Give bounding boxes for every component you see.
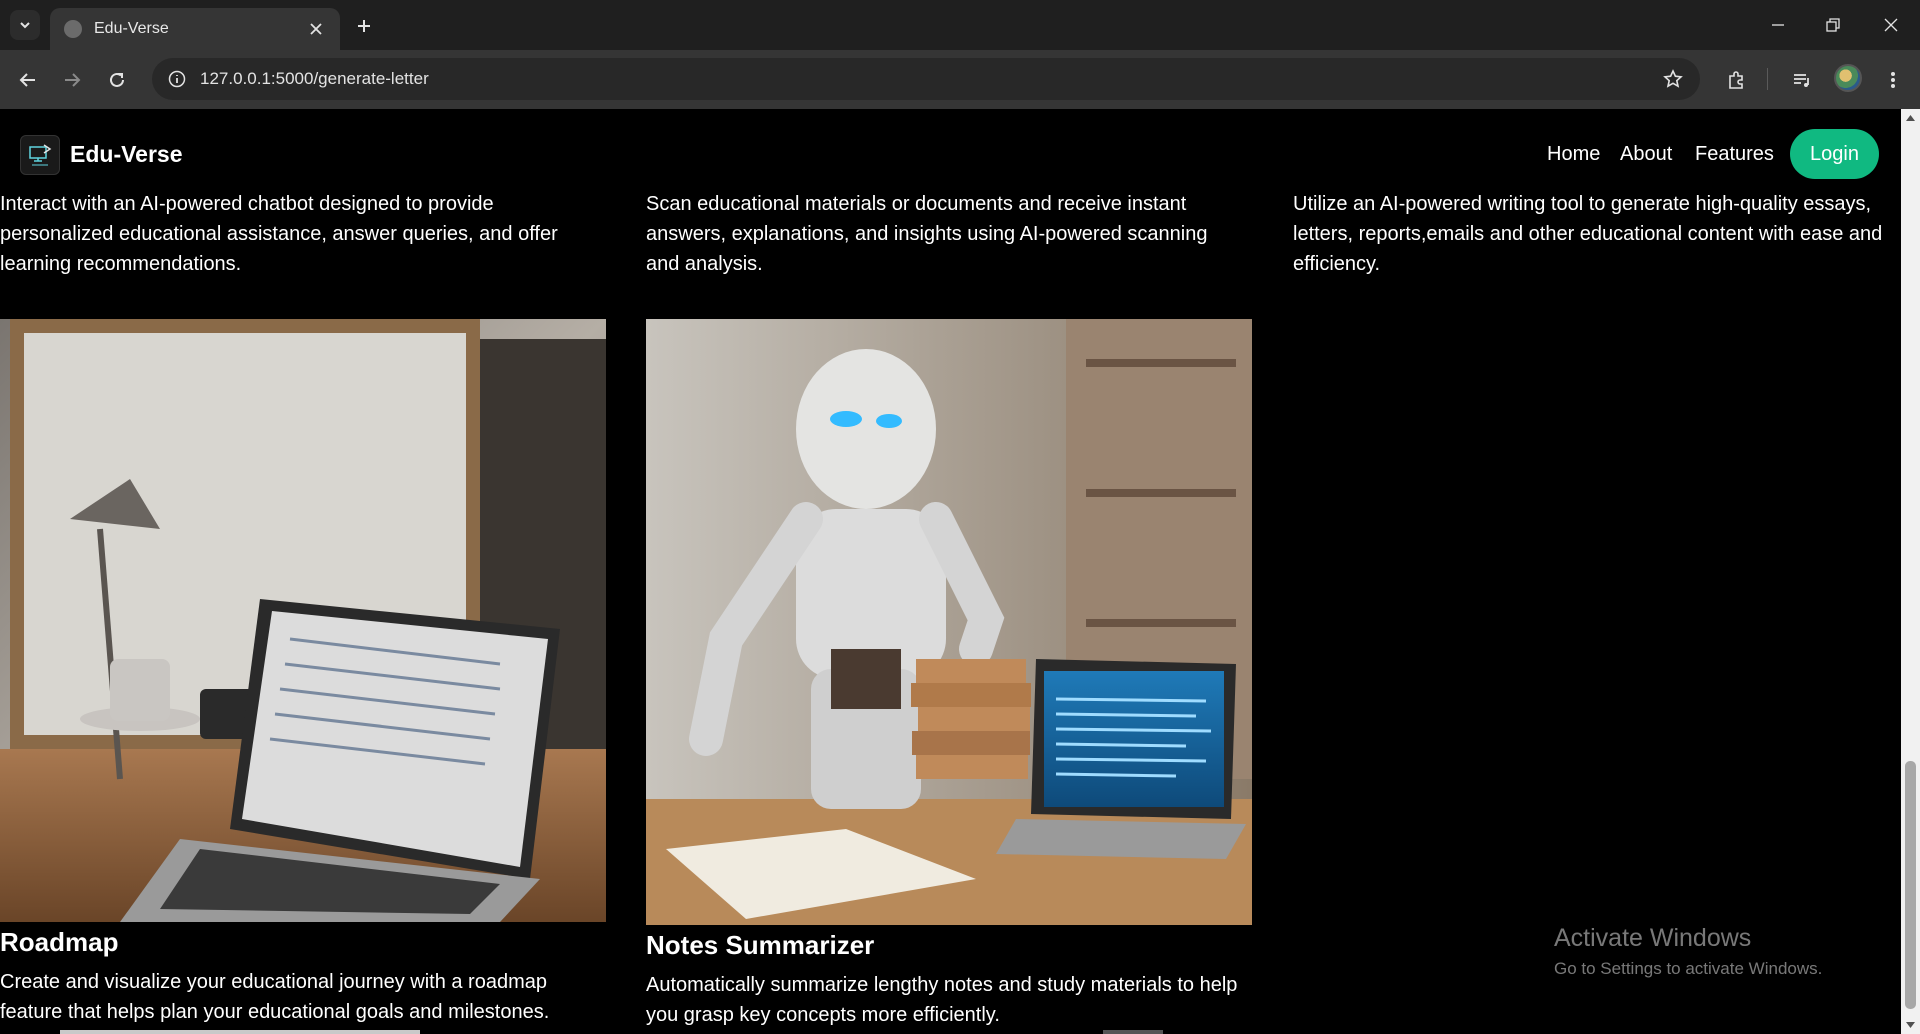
nav-features[interactable]: Features: [1695, 143, 1774, 166]
watermark-line2: Go to Settings to activate Windows.: [1554, 959, 1823, 978]
scanner-description: Scan educational materials or documents …: [646, 193, 1208, 275]
tab-search-button[interactable]: [10, 10, 40, 40]
browser-menu-button[interactable]: [1877, 64, 1909, 96]
more-vertical-icon: [1891, 72, 1895, 88]
notes-summarizer-image: [646, 319, 1252, 925]
back-button[interactable]: [12, 64, 44, 96]
scrollbar-thumb[interactable]: [1905, 761, 1916, 1009]
minimize-icon: [1772, 24, 1784, 26]
scroll-down-arrow[interactable]: [1901, 1016, 1920, 1034]
restore-button[interactable]: [1813, 10, 1853, 40]
url-text[interactable]: 127.0.0.1:5000/generate-letter: [200, 69, 1658, 89]
triangle-down-icon: [1906, 1022, 1915, 1028]
login-button[interactable]: Login: [1790, 129, 1879, 179]
arrow-left-icon: [19, 73, 35, 87]
close-icon: [310, 23, 322, 35]
browser-tab-bar: Edu-Verse: [0, 0, 1920, 50]
browser-tab[interactable]: Edu-Verse: [50, 8, 340, 50]
nav-about[interactable]: About: [1620, 143, 1672, 166]
new-tab-button[interactable]: [350, 12, 378, 40]
logo-icon: [29, 144, 52, 166]
media-controls-button[interactable]: [1786, 64, 1818, 96]
browser-toolbar: 127.0.0.1:5000/generate-letter: [0, 50, 1920, 109]
horizontal-scroll-indicator: [60, 1030, 420, 1034]
brand-logo[interactable]: [20, 135, 60, 175]
chevron-down-icon: [20, 22, 30, 29]
tab-title: Edu-Verse: [94, 20, 169, 37]
profile-avatar[interactable]: [1834, 64, 1862, 92]
nav-home[interactable]: Home: [1547, 143, 1600, 166]
reload-button[interactable]: [101, 64, 133, 96]
plus-icon: [358, 20, 370, 32]
windows-activation-watermark: Activate Windows Go to Settings to activ…: [1554, 924, 1822, 979]
web-page: Edu-Verse Home About Features Login Inte…: [0, 109, 1901, 1034]
close-window-button[interactable]: [1871, 10, 1911, 40]
notes-summarizer-title: Notes Summarizer: [646, 930, 875, 960]
horizontal-scroll-indicator-2: [1103, 1030, 1163, 1034]
notes-summarizer-description: Automatically summarize lengthy notes an…: [646, 974, 1238, 1026]
playlist-icon: [1794, 74, 1809, 87]
globe-icon: [64, 20, 82, 38]
address-bar[interactable]: 127.0.0.1:5000/generate-letter: [152, 58, 1700, 100]
roadmap-image: [0, 319, 606, 922]
close-icon: [1884, 18, 1898, 32]
triangle-up-icon: [1906, 115, 1915, 121]
bookmark-star-icon[interactable]: [1658, 64, 1688, 94]
extensions-button[interactable]: [1720, 64, 1752, 96]
roadmap-description: Create and visualize your educational jo…: [0, 971, 550, 1023]
forward-button[interactable]: [56, 64, 88, 96]
puzzle-icon: [1729, 71, 1743, 89]
minimize-button[interactable]: [1758, 10, 1798, 40]
site-navbar: Edu-Verse Home About Features Login: [0, 109, 1901, 201]
toolbar-divider: [1767, 68, 1768, 90]
watermark-line1: Activate Windows: [1554, 924, 1752, 952]
site-info-icon[interactable]: [166, 68, 188, 90]
roadmap-title: Roadmap: [0, 927, 119, 957]
brand-name[interactable]: Edu-Verse: [70, 141, 183, 168]
arrow-right-icon: [65, 73, 81, 87]
scroll-up-arrow[interactable]: [1901, 109, 1920, 127]
writer-description: Utilize an AI-powered writing tool to ge…: [1293, 193, 1883, 275]
restore-icon: [1826, 18, 1840, 32]
vertical-scrollbar[interactable]: [1901, 109, 1920, 1034]
chatbot-description: Interact with an AI-powered chatbot desi…: [0, 193, 558, 275]
close-tab-button[interactable]: [306, 19, 326, 39]
reload-icon: [110, 72, 124, 87]
